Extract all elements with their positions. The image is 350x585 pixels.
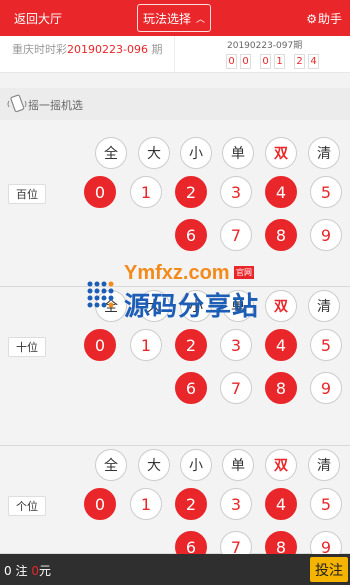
quick-select-button[interactable]: 小	[180, 290, 212, 322]
number-ball[interactable]: 9	[310, 372, 342, 404]
shake-label: 摇一摇机选	[28, 99, 83, 112]
quick-select-button[interactable]: 清	[308, 449, 340, 481]
issue-info-bar: 重庆时时彩20190223-096 期 20190223-097期 0 0 0 …	[0, 36, 350, 73]
number-ball[interactable]: 2	[175, 488, 207, 520]
quick-select-button[interactable]: 大	[138, 290, 170, 322]
quick-select-button[interactable]: 清	[308, 137, 340, 169]
helper-button[interactable]: ⚙ 助手	[306, 10, 342, 27]
number-ball[interactable]: 9	[310, 219, 342, 251]
quick-select-button[interactable]: 小	[180, 137, 212, 169]
digit-position-label: 十位	[8, 337, 46, 357]
quick-select-button[interactable]: 双	[265, 290, 297, 322]
quick-select-button[interactable]: 双	[265, 137, 297, 169]
number-ball[interactable]: 3	[220, 176, 252, 208]
digit-position-label: 百位	[8, 184, 46, 204]
gear-icon: ⚙	[306, 11, 317, 26]
number-ball[interactable]: 4	[265, 329, 297, 361]
digit-position-label: 个位	[8, 496, 46, 516]
number-ball[interactable]: 5	[310, 329, 342, 361]
back-to-lobby-link[interactable]: 返回大厅	[14, 10, 62, 27]
number-ball[interactable]: 4	[265, 488, 297, 520]
bet-amount: 0	[31, 564, 39, 578]
number-ball[interactable]: 5	[310, 176, 342, 208]
number-ball[interactable]: 5	[310, 488, 342, 520]
bet-unit: 注	[15, 564, 28, 578]
chevron-up-icon: ︿	[196, 14, 206, 25]
number-ball[interactable]: 1	[130, 176, 162, 208]
quick-select-button[interactable]: 全	[95, 137, 127, 169]
digit-section: 全大小单双清百位 0 1 2 3 4 5 6 7 8 9	[0, 134, 350, 287]
next-issue: 20190223-097期	[227, 38, 302, 51]
next-issue-number: 20190223-097	[227, 41, 294, 51]
number-ball[interactable]: 1	[130, 488, 162, 520]
number-ball[interactable]: 2	[175, 329, 207, 361]
quick-select-button[interactable]: 大	[138, 449, 170, 481]
digit-section: 全大小单双清个位 0 1 2 3 4 5 6 7 8 9	[0, 446, 350, 563]
quick-select-button[interactable]: 清	[308, 290, 340, 322]
number-ball[interactable]: 6	[175, 219, 207, 251]
shake-random-pick[interactable]: 摇一摇机选	[0, 88, 350, 120]
bet-summary: 0 注 0元	[4, 562, 51, 579]
number-ball[interactable]: 2	[175, 176, 207, 208]
quick-select-button[interactable]: 双	[265, 449, 297, 481]
bottom-bar: 0 注 0元 投注	[0, 554, 350, 585]
number-ball[interactable]: 1	[130, 329, 162, 361]
bet-count: 0	[4, 564, 12, 578]
quick-select-button[interactable]: 全	[95, 290, 127, 322]
countdown-digit: 4	[308, 54, 319, 69]
number-ball[interactable]: 7	[220, 219, 252, 251]
number-ball[interactable]: 4	[265, 176, 297, 208]
place-bet-button[interactable]: 投注	[310, 557, 348, 582]
quick-select-button[interactable]: 小	[180, 449, 212, 481]
helper-label: 助手	[317, 12, 342, 26]
number-ball[interactable]: 3	[220, 488, 252, 520]
quick-select-button[interactable]: 单	[222, 290, 254, 322]
countdown-digit: 0	[226, 54, 237, 69]
play-select-button[interactable]: 玩法选择 ︿	[137, 4, 211, 32]
number-ball[interactable]: 0	[84, 176, 116, 208]
divider	[174, 36, 175, 72]
countdown-digit: 2	[294, 54, 305, 69]
countdown-digit: 1	[274, 54, 285, 69]
number-ball[interactable]: 7	[220, 372, 252, 404]
countdown-digit: 0	[240, 54, 251, 69]
current-issue-number: 20190223-096	[67, 43, 148, 56]
play-select-label: 玩法选择	[142, 11, 191, 26]
next-issue-suffix: 期	[293, 41, 303, 51]
number-ball[interactable]: 0	[84, 329, 116, 361]
quick-select-button[interactable]: 大	[138, 137, 170, 169]
quick-select-button[interactable]: 单	[222, 137, 254, 169]
issue-suffix: 期	[151, 43, 163, 56]
number-ball[interactable]: 6	[175, 372, 207, 404]
number-ball[interactable]: 8	[265, 219, 297, 251]
lottery-name: 重庆时时彩	[12, 43, 67, 56]
number-ball[interactable]: 0	[84, 488, 116, 520]
quick-select-button[interactable]: 全	[95, 449, 127, 481]
amount-unit: 元	[38, 564, 51, 578]
number-ball[interactable]: 8	[265, 372, 297, 404]
top-bar: 返回大厅 玩法选择 ︿ ⚙ 助手	[0, 0, 350, 36]
current-issue: 重庆时时彩20190223-096 期	[12, 41, 162, 57]
shake-phone-icon	[7, 94, 27, 113]
number-ball[interactable]: 3	[220, 329, 252, 361]
digit-section: 全大小单双清十位 0 1 2 3 4 5 6 7 8 9	[0, 287, 350, 446]
countdown-timer: 0 0 0 1 2 4	[226, 54, 319, 69]
quick-select-button[interactable]: 单	[222, 449, 254, 481]
countdown-digit: 0	[260, 54, 271, 69]
